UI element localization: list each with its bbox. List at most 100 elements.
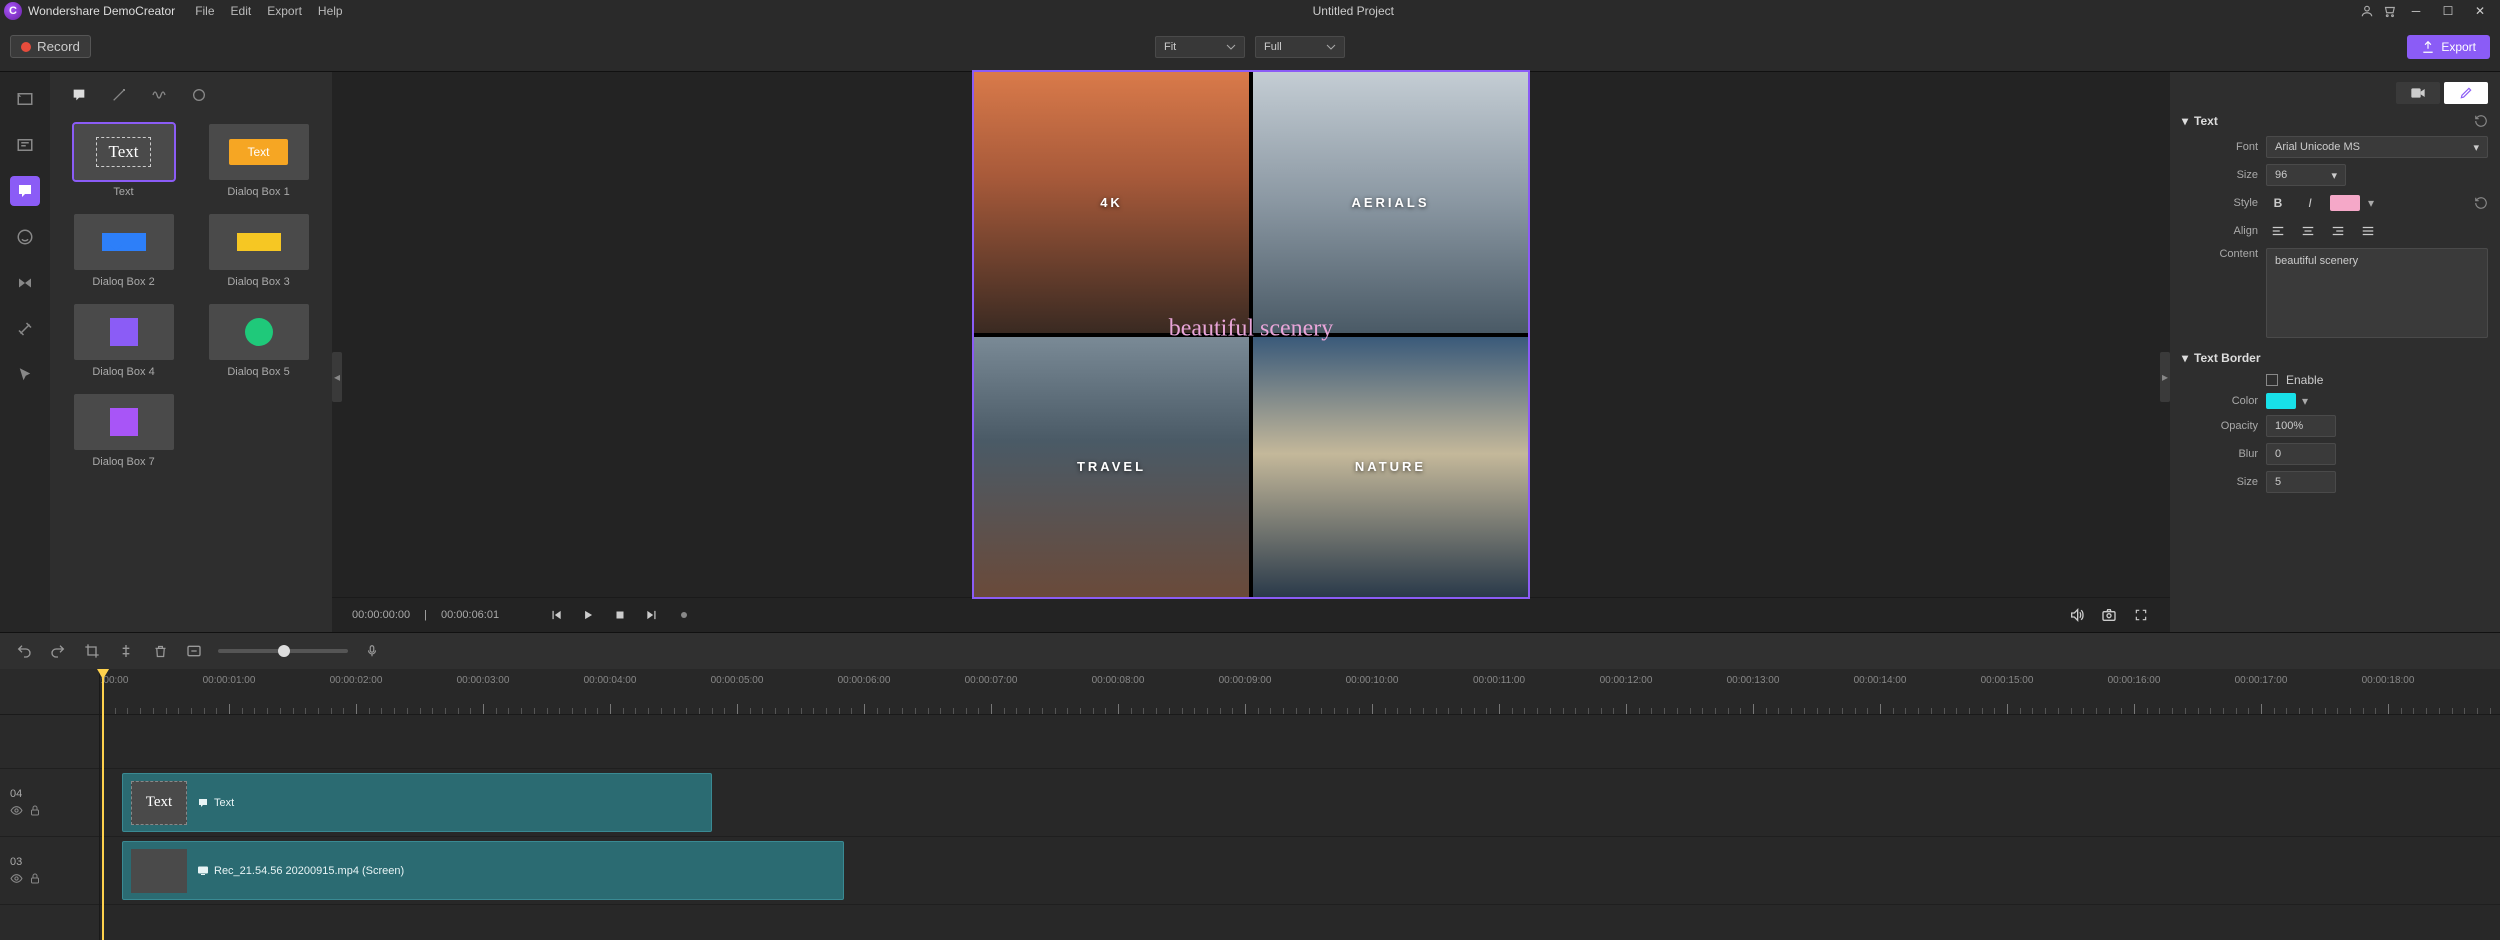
- border-size-input[interactable]: [2266, 471, 2336, 493]
- ruler[interactable]: 00:00:00:0000:00:01:0000:00:02:0000:00:0…: [100, 669, 2500, 714]
- menu-edit[interactable]: Edit: [223, 2, 260, 20]
- rail-stickers[interactable]: [10, 222, 40, 252]
- lock-icon[interactable]: [29, 872, 41, 885]
- app-icon: C: [4, 2, 22, 20]
- overlay-text[interactable]: beautiful scenery: [1169, 316, 1334, 343]
- align-right-button[interactable]: [2326, 220, 2350, 242]
- redo-button[interactable]: [48, 641, 68, 661]
- stop-button[interactable]: [611, 606, 629, 624]
- rail-transitions[interactable]: [10, 268, 40, 298]
- clip-text[interactable]: Text Text: [122, 773, 712, 832]
- preview-canvas[interactable]: 4K AERIALS TRAVEL NATURE beautiful scene…: [974, 72, 1528, 597]
- asset-thumb: Text: [229, 139, 287, 165]
- playhead-line[interactable]: [102, 669, 104, 940]
- crop-button[interactable]: [82, 641, 102, 661]
- eye-icon[interactable]: [10, 872, 23, 885]
- blur-input[interactable]: [2266, 443, 2336, 465]
- size-select[interactable]: 96▾: [2266, 164, 2346, 186]
- size-value: 96: [2275, 169, 2287, 181]
- split-button[interactable]: [116, 641, 136, 661]
- quad-label-br: NATURE: [1355, 459, 1426, 474]
- track-lanes[interactable]: Text Text Rec_21.54.56 20200915.mp4 (: [100, 715, 2500, 940]
- opacity-input[interactable]: [2266, 415, 2336, 437]
- asset-thumb-text: Text: [96, 137, 152, 167]
- reset-style-button[interactable]: [2474, 196, 2488, 210]
- collapse-left-handle[interactable]: ◂: [332, 352, 342, 402]
- font-select[interactable]: Arial Unicode MS▾: [2266, 136, 2488, 158]
- undo-button[interactable]: [14, 641, 34, 661]
- chevron-down-icon[interactable]: ▾: [2302, 394, 2308, 408]
- asset-item-dialog1[interactable]: Text Dialoq Box 1: [197, 124, 320, 198]
- chevron-down-icon: [1226, 42, 1236, 52]
- clip-video[interactable]: Rec_21.54.56 20200915.mp4 (Screen): [122, 841, 844, 900]
- rail-cursor[interactable]: [10, 360, 40, 390]
- rail-titles[interactable]: [10, 130, 40, 160]
- ruler-mark: 00:00:01:00: [203, 675, 256, 686]
- cart-icon[interactable]: [2378, 1, 2400, 21]
- menu-export[interactable]: Export: [259, 2, 310, 20]
- bold-button[interactable]: B: [2266, 192, 2290, 214]
- asset-item-dialog2[interactable]: Dialoq Box 2: [62, 214, 185, 288]
- asset-item-dialog7[interactable]: Dialoq Box 7: [62, 394, 185, 468]
- fullscreen-button[interactable]: [2132, 606, 2150, 624]
- maximize-button[interactable]: ☐: [2432, 1, 2464, 21]
- asset-item-text[interactable]: Text Text: [62, 124, 185, 198]
- track-head-03[interactable]: 03: [0, 837, 99, 905]
- rail-captions[interactable]: [10, 176, 40, 206]
- next-frame-button[interactable]: [643, 606, 661, 624]
- zoom-slider[interactable]: [218, 649, 348, 653]
- chevron-down-icon[interactable]: ▾: [2368, 196, 2374, 210]
- asset-tab-shape[interactable]: [188, 84, 210, 106]
- snapshot-button[interactable]: [2100, 606, 2118, 624]
- delete-button[interactable]: [150, 641, 170, 661]
- volume-button[interactable]: [2068, 606, 2086, 624]
- asset-tab-wave[interactable]: [148, 84, 170, 106]
- close-button[interactable]: ✕: [2464, 1, 2496, 21]
- border-enable-checkbox[interactable]: [2266, 374, 2278, 386]
- track-head-04[interactable]: 04: [0, 769, 99, 837]
- section-border[interactable]: ▾ Text Border: [2182, 351, 2488, 365]
- align-left-button[interactable]: [2266, 220, 2290, 242]
- minimize-button[interactable]: ─: [2400, 1, 2432, 21]
- props-tab-edit[interactable]: [2444, 82, 2488, 104]
- asset-tab-caption[interactable]: [68, 84, 90, 106]
- eye-icon[interactable]: [10, 804, 23, 817]
- text-color-swatch[interactable]: [2330, 195, 2360, 211]
- full-dropdown-value: Full: [1264, 41, 1282, 53]
- props-tab-video[interactable]: [2396, 82, 2440, 104]
- rail-media[interactable]: [10, 84, 40, 114]
- track-lane-03[interactable]: Rec_21.54.56 20200915.mp4 (Screen): [100, 837, 2500, 905]
- lock-icon[interactable]: [29, 804, 41, 817]
- border-color-swatch[interactable]: [2266, 393, 2296, 409]
- menu-help[interactable]: Help: [310, 2, 351, 20]
- full-dropdown[interactable]: Full: [1255, 36, 1345, 58]
- section-text[interactable]: ▾ Text: [2182, 114, 2488, 128]
- fit-dropdown[interactable]: Fit: [1155, 36, 1245, 58]
- content-textarea[interactable]: [2266, 248, 2488, 338]
- align-center-button[interactable]: [2296, 220, 2320, 242]
- reset-text-button[interactable]: [2474, 114, 2488, 128]
- mic-button[interactable]: [362, 641, 382, 661]
- record-marker-button[interactable]: [675, 606, 693, 624]
- menu-file[interactable]: File: [187, 2, 222, 20]
- asset-tab-line[interactable]: [108, 84, 130, 106]
- zoom-thumb[interactable]: [278, 645, 290, 657]
- ruler-mark: 00:00:12:00: [1600, 675, 1653, 686]
- track-lane-04[interactable]: Text Text: [100, 769, 2500, 837]
- collapse-right-handle[interactable]: ▸: [2160, 352, 2170, 402]
- main-area: Text Text Text Dialoq Box 1 Dialoq Box 2…: [0, 72, 2500, 632]
- asset-item-dialog4[interactable]: Dialoq Box 4: [62, 304, 185, 378]
- prev-frame-button[interactable]: [547, 606, 565, 624]
- user-icon[interactable]: [2356, 1, 2378, 21]
- align-justify-button[interactable]: [2356, 220, 2380, 242]
- asset-label: Dialoq Box 5: [227, 366, 289, 378]
- rail-effects[interactable]: [10, 314, 40, 344]
- asset-item-dialog5[interactable]: Dialoq Box 5: [197, 304, 320, 378]
- record-button[interactable]: Record: [10, 35, 91, 58]
- asset-item-dialog3[interactable]: Dialoq Box 3: [197, 214, 320, 288]
- play-button[interactable]: [579, 606, 597, 624]
- speed-button[interactable]: [184, 641, 204, 661]
- export-button[interactable]: Export: [2407, 35, 2490, 59]
- properties-panel: ▾ Text Font Arial Unicode MS▾ Size 96▾ S…: [2170, 72, 2500, 632]
- italic-button[interactable]: I: [2298, 192, 2322, 214]
